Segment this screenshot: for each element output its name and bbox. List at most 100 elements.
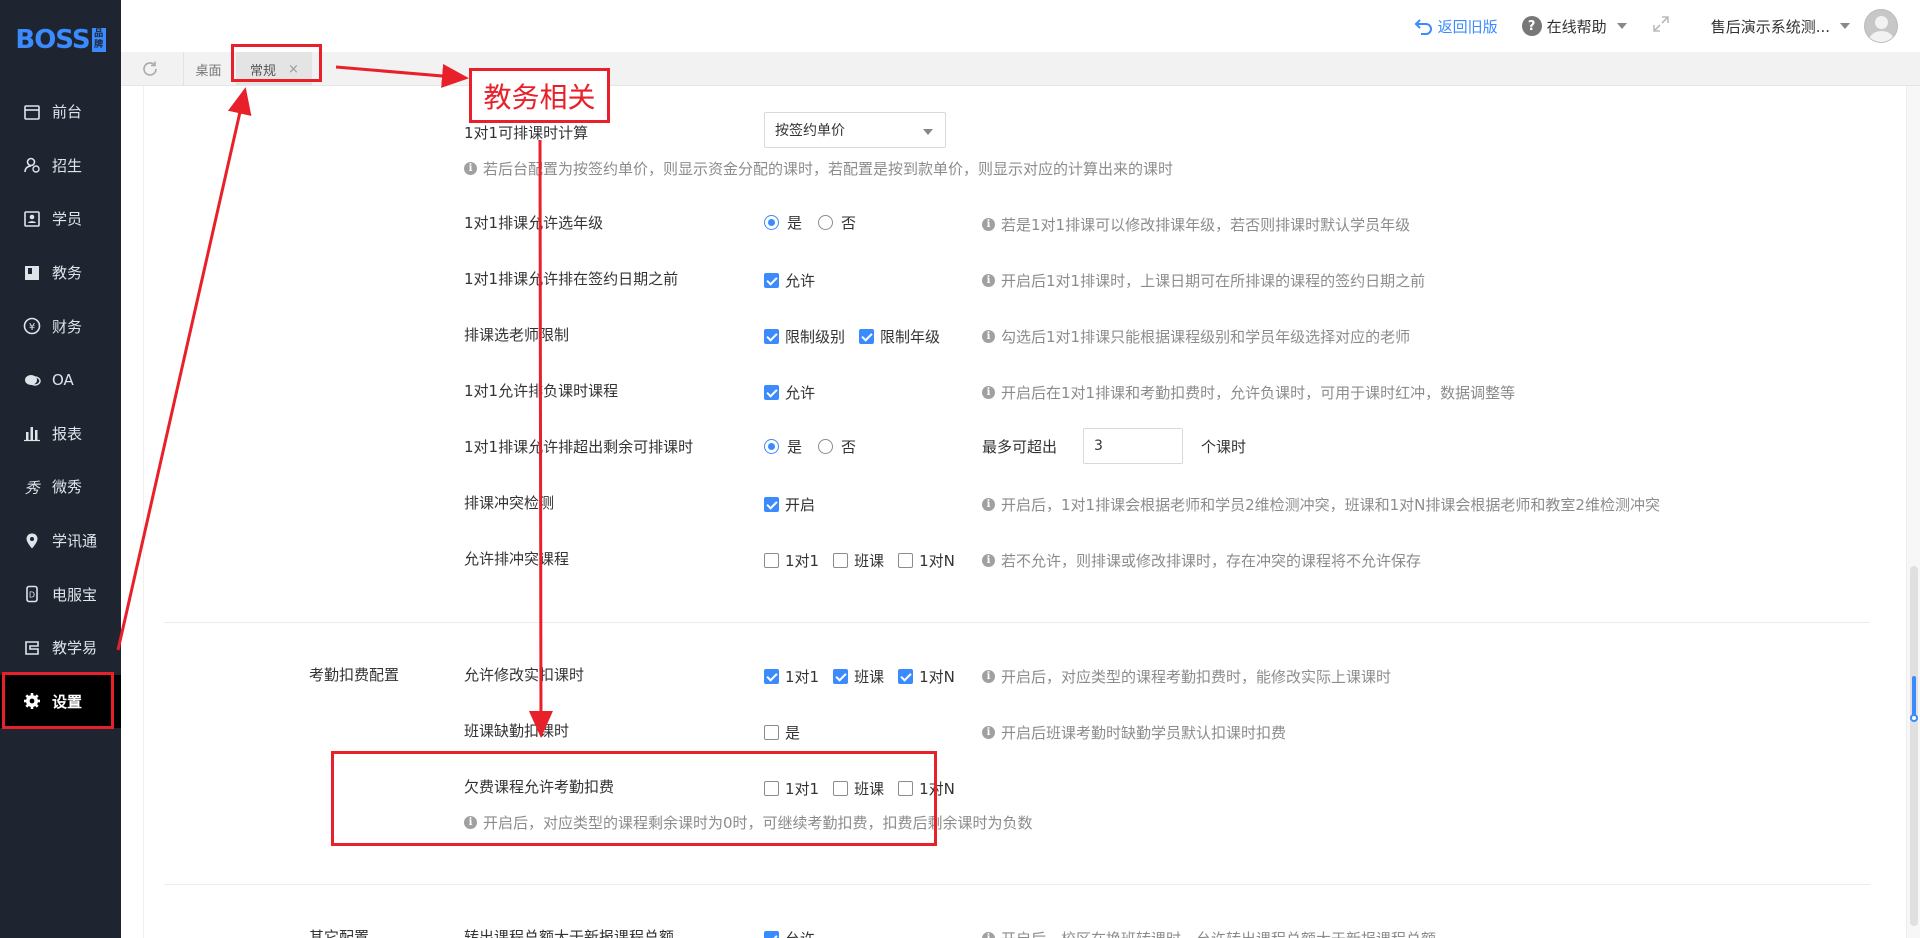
checkbox-1vn[interactable]: 1对N [898, 666, 955, 687]
scroll-handle[interactable] [1912, 676, 1916, 716]
teach-icon [22, 638, 42, 658]
checkbox-label: 限制级别 [785, 328, 846, 346]
radio-yes[interactable]: 是 [764, 436, 802, 457]
sidebar-item-front[interactable]: 前台 [0, 85, 121, 139]
refresh-icon[interactable] [141, 60, 159, 78]
info-icon: i [982, 932, 995, 938]
radio-circle [764, 439, 779, 454]
radio-label: 否 [841, 214, 857, 232]
checkbox-box [833, 669, 849, 684]
sidebar: BOSS 品牌 前台 招生 学员 教务 ¥ 财务 OA 报表 秀 微秀 学讯通 … [0, 0, 121, 938]
info-icon: i [982, 330, 995, 343]
checkbox-allow[interactable]: 允许 [764, 382, 815, 403]
setting-hint: i 开启后，1对1排课会根据老师和学员2维检测冲突，班课和1对N排课会根据老师和教… [982, 494, 1660, 515]
sidebar-item-label: 学讯通 [52, 532, 98, 551]
help-icon: ? [1521, 16, 1542, 36]
checkbox-yes[interactable]: 是 [764, 722, 800, 743]
checkbox-label: 班课 [854, 668, 885, 686]
hint-text: 开启后在1对1排课和考勤扣费时，允许负课时，可用于课时红冲，数据调整等 [1001, 384, 1516, 402]
exceed-input[interactable]: 3 [1083, 428, 1184, 464]
checkbox-allow[interactable]: 允许 [764, 928, 815, 938]
online-help-menu[interactable]: ? 在线帮助 [1521, 16, 1627, 37]
tab-desk[interactable]: 桌面 [183, 52, 233, 86]
calc-method-select[interactable]: 按签约单价 [764, 112, 946, 148]
setting-control: 1对1 班课 1对N [764, 550, 971, 571]
info-icon: i [982, 498, 995, 511]
setting-label: 排课选老师限制 [464, 326, 570, 344]
exceed-unit: 个课时 [1201, 437, 1247, 456]
checkbox-1v1[interactable]: 1对1 [764, 666, 819, 687]
sidebar-item-dianfubao[interactable]: D 电服宝 [0, 567, 121, 621]
logo-badge: 品牌 [91, 28, 106, 52]
sidebar-item-label: 电服宝 [52, 585, 98, 604]
phone-icon: D [22, 584, 42, 604]
checkbox-label: 允许 [785, 928, 815, 938]
checkbox-1v1[interactable]: 1对1 [764, 550, 819, 571]
sidebar-item-xuexuntong[interactable]: 学讯通 [0, 514, 121, 568]
back-old-version-link[interactable]: 返回旧版 [1414, 16, 1498, 37]
sidebar-item-label: 微秀 [52, 478, 83, 497]
radio-label: 否 [841, 438, 857, 456]
tab-desk-label: 桌面 [195, 63, 222, 79]
hint-text: 若不允许，则排课或修改排课时，存在冲突的课程将不允许保存 [1001, 552, 1422, 570]
logo[interactable]: BOSS 品牌 [0, 0, 121, 80]
checkbox-allow[interactable]: 允许 [764, 270, 815, 291]
setting-control: 按签约单价 [764, 112, 946, 148]
setting-label: 排课冲突检测 [464, 494, 555, 512]
bar-chart-icon [22, 423, 42, 443]
svg-text:D: D [29, 591, 35, 600]
show-icon: 秀 [22, 477, 42, 497]
checkbox-box [898, 553, 914, 568]
id-card-icon [22, 209, 42, 229]
annotation-box-arrears [331, 751, 937, 846]
exceed-label: 最多可超出 [982, 437, 1058, 456]
checkbox-label: 1对1 [785, 668, 820, 686]
checkbox-box [764, 553, 779, 568]
sidebar-item-reports[interactable]: 报表 [0, 407, 121, 461]
radio-circle [764, 215, 779, 230]
avatar[interactable] [1864, 9, 1898, 43]
sidebar-item-jiaoxueyi[interactable]: 教学易 [0, 621, 121, 675]
hint-text: 若是1对1排课可以修改排课年级，若否则排课时默认学员年级 [1001, 216, 1411, 234]
section-title-attendance: 考勤扣费配置 [309, 666, 400, 684]
setting-hint: i 开启后，对应类型的课程考勤扣费时，能修改实际上课课时 [982, 666, 1391, 687]
sidebar-item-enroll[interactable]: 招生 [0, 139, 121, 193]
checkbox-level[interactable]: 限制级别 [764, 326, 845, 347]
sidebar-item-students[interactable]: 学员 [0, 192, 121, 246]
info-icon: i [982, 386, 995, 399]
sidebar-item-finance[interactable]: ¥ 财务 [0, 299, 121, 353]
fullscreen-icon[interactable] [1651, 14, 1671, 38]
sidebar-item-label: 财务 [52, 317, 83, 336]
radio-yes[interactable]: 是 [764, 212, 802, 233]
sidebar-item-academic[interactable]: 教务 [0, 246, 121, 300]
checkbox-enable[interactable]: 开启 [764, 494, 815, 515]
setting-control: 是 否 [764, 436, 872, 457]
svg-text:秀: 秀 [24, 479, 41, 496]
checkbox-label: 开启 [785, 496, 816, 514]
annotation-box-tab [231, 44, 322, 82]
info-icon: i [982, 274, 995, 287]
sidebar-item-weixiu[interactable]: 秀 微秀 [0, 460, 121, 514]
user-menu[interactable]: 售后演示系统测... [1711, 9, 1898, 43]
scroll-thumb[interactable] [1910, 566, 1918, 926]
sidebar-item-label: 招生 [52, 156, 83, 175]
radio-no[interactable]: 否 [818, 212, 856, 233]
chevron-down-icon [1840, 23, 1850, 29]
checkbox-class[interactable]: 班课 [833, 550, 884, 571]
scroll-knob[interactable] [1910, 714, 1918, 722]
checkbox-1vn[interactable]: 1对N [898, 550, 955, 571]
setting-label: 班课缺勤扣课时 [464, 722, 570, 740]
setting-hint: i 若是1对1排课可以修改排课年级，若否则排课时默认学员年级 [982, 214, 1410, 235]
vertical-scrollbar[interactable] [1906, 86, 1920, 938]
sidebar-item-label: 前台 [52, 103, 83, 122]
chat-icon [22, 370, 42, 390]
info-icon: i [464, 162, 477, 175]
checkbox-class[interactable]: 班课 [833, 666, 884, 687]
radio-no[interactable]: 否 [818, 436, 856, 457]
checkbox-box [764, 329, 779, 344]
sidebar-item-oa[interactable]: OA [0, 353, 121, 407]
sidebar-item-label: 教学易 [52, 639, 98, 658]
info-icon: i [982, 670, 995, 683]
hint-text: 开启后班课考勤时缺勤学员默认扣课时扣费 [1001, 724, 1287, 742]
checkbox-grade[interactable]: 限制年级 [859, 326, 940, 347]
